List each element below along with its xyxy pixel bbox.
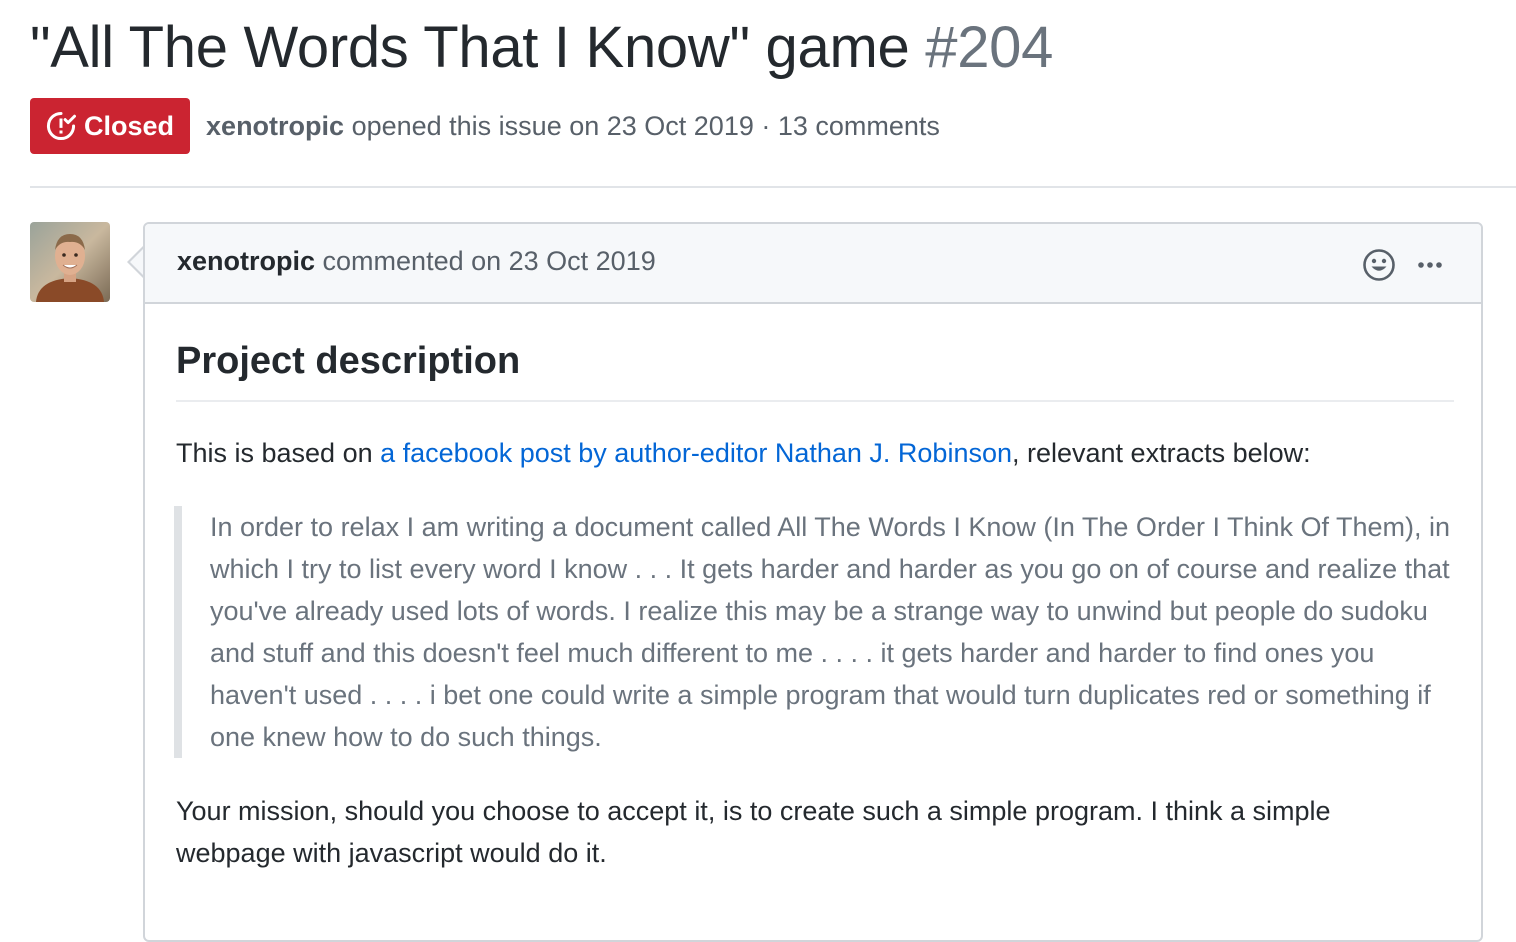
issue-meta-text: xenotropic opened this issue on 23 Oct 2… <box>206 111 940 142</box>
smiley-icon <box>1363 249 1395 281</box>
avatar[interactable] <box>30 222 110 302</box>
comment-meta: xenotropic commented on 23 Oct 2019 <box>177 246 656 277</box>
intro-text-after: , relevant extracts below: <box>1012 438 1311 468</box>
issue-title: "All The Words That I Know" game #204 <box>30 10 1053 86</box>
comment-header: xenotropic commented on 23 Oct 2019 <box>145 224 1481 304</box>
issue-author-link[interactable]: xenotropic <box>206 111 344 141</box>
header-divider <box>30 186 1516 188</box>
facebook-post-link[interactable]: a facebook post by author-editor Nathan … <box>380 438 1012 468</box>
comment-options-button[interactable] <box>1413 250 1447 280</box>
issue-closed-icon <box>46 111 76 141</box>
project-description-heading: Project description <box>176 334 1454 402</box>
mission-paragraph: Your mission, should you choose to accep… <box>176 796 1331 868</box>
issue-state-label: Closed <box>84 110 175 141</box>
comment-author-link[interactable]: xenotropic <box>177 246 315 276</box>
issue-title-text: "All The Words That I Know" game <box>30 15 910 80</box>
issue-state-badge: Closed <box>30 98 191 154</box>
comment-date-text[interactable]: commented on 23 Oct 2019 <box>315 246 656 276</box>
add-reaction-button[interactable] <box>1362 248 1396 282</box>
issue-opened-text: opened this issue on 23 Oct 2019 · 13 co… <box>344 110 940 141</box>
kebab-horizontal-icon <box>1418 262 1442 268</box>
issue-number: #204 <box>925 15 1054 80</box>
intro-text-before: This is based on <box>176 438 381 468</box>
quote-text: In order to relax I am writing a documen… <box>210 512 1451 752</box>
avatar-image <box>30 222 110 302</box>
quote-block: In order to relax I am writing a documen… <box>174 506 1460 758</box>
intro-paragraph: This is based on a facebook post by auth… <box>176 432 1311 474</box>
comment-box: xenotropic commented on 23 Oct 2019 Proj… <box>143 222 1483 942</box>
issue-meta: Closed xenotropic opened this issue on 2… <box>30 98 940 154</box>
